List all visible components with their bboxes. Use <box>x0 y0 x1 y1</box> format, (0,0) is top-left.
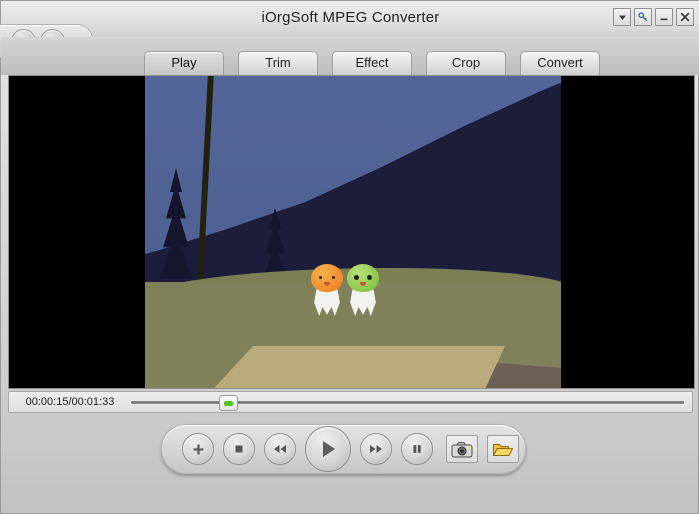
orange-character <box>311 264 343 316</box>
pause-button[interactable] <box>401 433 433 465</box>
tab-convert[interactable]: Convert <box>520 51 600 76</box>
window-title: iOrgSoft MPEG Converter <box>261 9 440 26</box>
tab-play[interactable]: Play <box>144 51 224 76</box>
dropdown-button[interactable] <box>613 8 631 26</box>
progress-thumb-indicator <box>224 400 234 406</box>
transport-controls <box>161 424 526 474</box>
snapshot-button[interactable] <box>446 435 478 463</box>
add-file-button[interactable] <box>182 433 214 465</box>
orange-character-eye-right <box>332 276 335 279</box>
pause-icon <box>413 445 421 453</box>
rewind-icon <box>274 445 286 453</box>
window-controls <box>613 8 694 26</box>
chevron-down-icon <box>618 15 626 20</box>
folder-open-icon <box>493 443 513 456</box>
minimize-button[interactable] <box>655 8 673 26</box>
minimize-icon <box>660 18 668 21</box>
play-icon <box>323 441 335 457</box>
progress-slider[interactable] <box>131 393 684 411</box>
tab-crop[interactable]: Crop <box>426 51 506 76</box>
title-bar: iOrgSoft MPEG Converter <box>0 1 699 58</box>
progress-track[interactable] <box>131 401 684 404</box>
stop-icon <box>235 445 243 453</box>
green-character <box>347 264 379 316</box>
key-icon <box>638 12 648 22</box>
seek-bar: 00:00:15/00:01:33 <box>8 391 693 413</box>
green-character-eye-left <box>354 275 359 280</box>
orange-character-head <box>311 264 343 292</box>
video-preview[interactable] <box>8 75 695 389</box>
picnic-blanket <box>205 346 505 388</box>
video-frame-content <box>145 76 561 388</box>
characters-group <box>311 264 385 320</box>
rewind-button[interactable] <box>264 433 296 465</box>
stop-button[interactable] <box>223 433 255 465</box>
fast-forward-icon <box>370 445 382 453</box>
green-character-eye-right <box>367 275 372 280</box>
tab-bar: Play Trim Effect Crop Convert <box>1 37 699 76</box>
orange-character-eye-left <box>319 276 322 279</box>
tab-trim[interactable]: Trim <box>238 51 318 76</box>
play-button[interactable] <box>305 426 351 472</box>
open-folder-button[interactable] <box>487 435 519 463</box>
tab-list: Play Trim Effect Crop Convert <box>144 51 600 76</box>
plus-icon <box>193 444 203 454</box>
close-icon <box>680 12 690 22</box>
register-button[interactable] <box>634 8 652 26</box>
close-button[interactable] <box>676 8 694 26</box>
application-window: iOrgSoft MPEG Converter Play Trim Effect… <box>0 0 699 514</box>
time-display: 00:00:15/00:01:33 <box>25 396 115 408</box>
fast-forward-button[interactable] <box>360 433 392 465</box>
tab-effect[interactable]: Effect <box>332 51 412 76</box>
progress-thumb[interactable] <box>219 395 239 411</box>
camera-icon <box>451 441 473 457</box>
green-character-head <box>347 264 379 292</box>
